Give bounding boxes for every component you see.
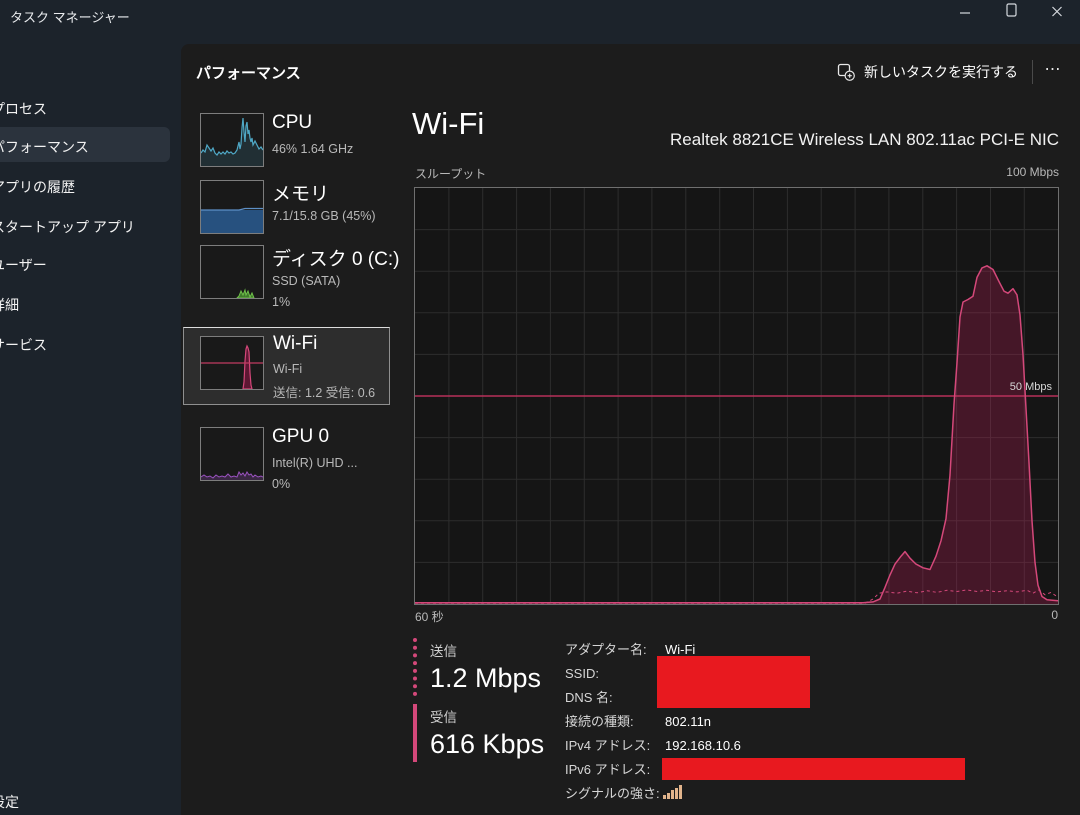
card-cpu-stats: 46% 1.64 GHz [272,142,353,156]
card-disk-stats: 1% [272,295,290,309]
scale-mid-label: 50 Mbps [1010,381,1053,393]
section-title: Wi-Fi [412,106,484,142]
disk-mini-chart [200,245,264,299]
close-button[interactable] [1034,0,1080,18]
detail-label-connection-type: 接続の種類: [565,713,634,731]
card-wifi-subtitle: Wi-Fi [273,362,302,376]
card-wifi-title: Wi-Fi [273,333,317,355]
card-disk[interactable]: ディスク 0 (C:) SSD (SATA) 1% [195,242,391,306]
sidebar-item-performance[interactable]: パフォーマンス [0,137,89,157]
card-gpu-subtitle: Intel(R) UHD ... [272,456,357,470]
detail-label-signal-strength: シグナルの強さ: [565,785,660,803]
card-wifi[interactable]: Wi-Fi Wi-Fi 送信: 1.2 受信: 0.6 [183,327,390,405]
throughput-chart: 50 Mbps [414,187,1059,605]
more-options-button[interactable]: ⋯ [1036,54,1070,84]
time-axis-left: 60 秒 [415,608,444,625]
time-axis-right: 0 [1051,608,1058,622]
run-new-task-button[interactable]: 新しいタスクを実行する [833,56,1022,88]
detail-label-dns: DNS 名: [565,689,613,707]
adapter-name: Realtek 8821CE Wireless LAN 802.11ac PCI… [670,130,1059,150]
wifi-mini-chart [200,336,264,390]
maximize-icon [1007,4,1016,16]
scale-top-label: 100 Mbps [1006,165,1059,179]
detail-label-ipv6: IPv6 アドレス: [565,761,650,779]
cpu-mini-chart [200,113,264,167]
card-gpu[interactable]: GPU 0 Intel(R) UHD ... 0% [195,424,391,488]
card-memory-stats: 7.1/15.8 GB (45%) [272,209,376,223]
sidebar-item-app-history[interactable]: アプリの履歴 [0,177,75,197]
sidebar-item-settings[interactable]: 設定 [0,792,19,812]
throughput-label: スループット [415,165,486,182]
sidebar-item-details[interactable]: 詳細 [0,295,19,315]
card-cpu[interactable]: CPU 46% 1.64 GHz [195,110,391,174]
card-disk-title: ディスク 0 (C:) [272,244,399,271]
page-title: パフォーマンス [196,62,301,83]
card-cpu-title: CPU [272,112,312,134]
window-title: タスク マネージャー [10,7,130,26]
header-divider [1032,60,1033,84]
sidebar-item-startup-apps[interactable]: スタートアップ アプリ [0,217,135,237]
detail-label-ipv4: IPv4 アドレス: [565,737,650,755]
sidebar-item-services[interactable]: サービス [0,335,47,355]
redaction-box-ssid-dns [657,656,810,708]
sidebar-item-processes[interactable]: プロセス [0,99,47,119]
receive-area [415,266,1058,604]
detail-value-ipv4: 192.168.10.6 [665,737,741,755]
ellipsis-icon: ⋯ [1045,61,1062,78]
card-gpu-stats: 0% [272,477,290,491]
redaction-box-ipv6 [662,758,965,780]
card-wifi-stats: 送信: 1.2 受信: 0.6 [273,382,385,401]
close-icon [1053,7,1062,16]
performance-panel: パフォーマンス 新しいタスクを実行する ⋯ CPU 46% 1.64 GHz [181,44,1080,815]
gpu-mini-chart [200,427,264,481]
memory-mini-chart [200,180,264,234]
signal-bars-icon [663,785,682,799]
card-memory[interactable]: メモリ 7.1/15.8 GB (45%) [195,177,391,241]
card-disk-type: SSD (SATA) [272,274,340,288]
minimize-button[interactable] [942,0,988,18]
sidebar-item-users[interactable]: ユーザー [0,255,47,275]
window-controls [942,0,1080,18]
card-memory-title: メモリ [272,179,329,206]
card-gpu-title: GPU 0 [272,426,329,448]
detail-label-adapter: アダプター名: [565,641,647,659]
detail-label-ssid: SSID: [565,665,599,683]
run-new-task-icon [837,63,855,81]
task-manager-window: タスク マネージャー プロセス パフォーマンス アプリの履歴 スタートアップ ア… [0,0,1080,815]
maximize-button[interactable] [988,0,1034,18]
run-new-task-label: 新しいタスクを実行する [864,62,1018,82]
detail-value-connection-type: 802.11n [665,713,711,731]
